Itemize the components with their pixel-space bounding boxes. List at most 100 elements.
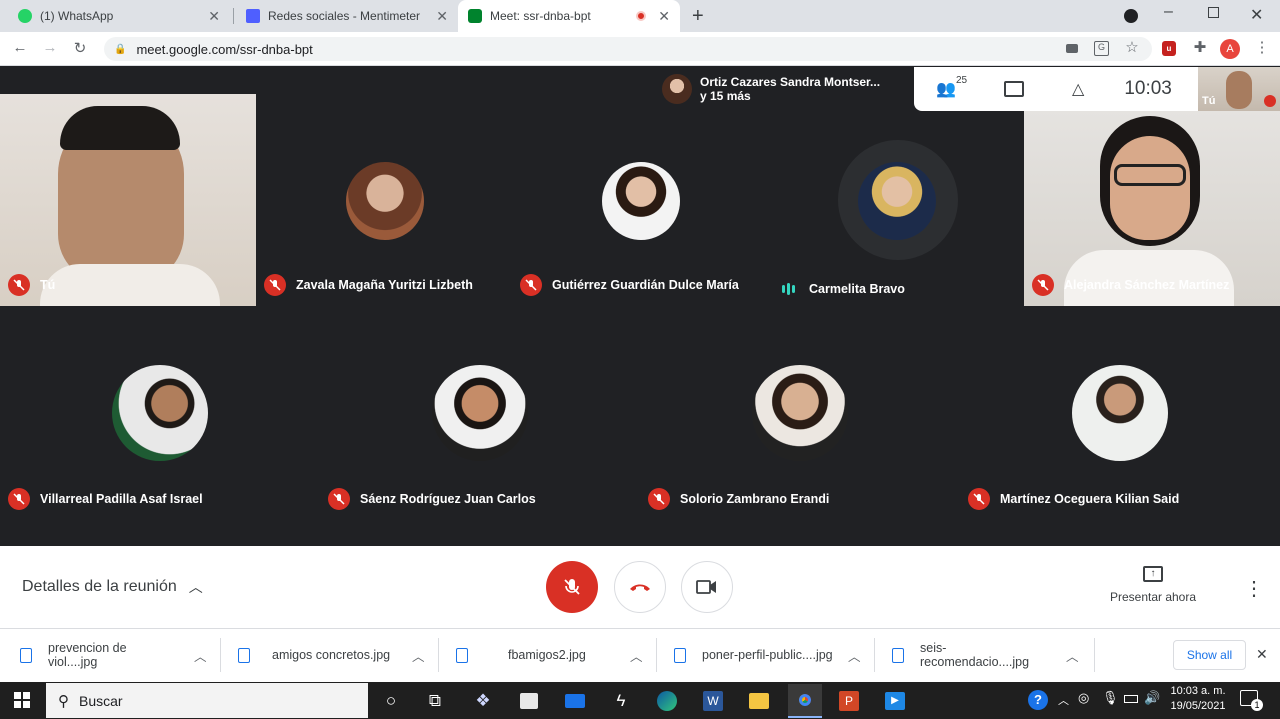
mic-off-icon <box>8 488 30 510</box>
download-item[interactable]: poner-perfil-public....jpg ︿ <box>674 640 861 670</box>
download-item[interactable]: seis-recomendacio....jpg ︿ <box>892 640 1079 670</box>
search-icon: ⚲ <box>58 692 69 710</box>
mail-icon[interactable] <box>560 686 590 716</box>
people-icon[interactable]: 👥 25 <box>936 75 967 99</box>
tile-label: Solorio Zambrano Erandi <box>648 488 829 510</box>
divider <box>220 638 221 672</box>
file-icon <box>20 647 32 663</box>
avatar <box>752 365 848 461</box>
tab-meet[interactable]: Meet: ssr-dnba-bpt ✕ <box>458 0 680 32</box>
word-icon[interactable]: W <box>698 686 728 716</box>
more-options-icon[interactable]: ⋮ <box>1244 576 1264 601</box>
store-icon[interactable] <box>514 686 544 716</box>
chevron-up-icon[interactable]: ︿ <box>194 646 207 665</box>
chevron-up-icon[interactable]: ︿ <box>848 646 861 665</box>
help-icon[interactable]: ? <box>1028 690 1048 710</box>
close-tab-icon[interactable]: ✕ <box>208 8 220 25</box>
menu-icon[interactable]: ⋮ <box>1252 38 1272 56</box>
participant-video-tile[interactable]: Alejandra Sánchez Martínez <box>1024 110 1280 306</box>
restore-icon[interactable] <box>1208 7 1219 18</box>
mic-off-icon <box>8 274 30 296</box>
chevron-up-icon[interactable]: ︿ <box>1066 646 1079 665</box>
chrome-icon[interactable] <box>788 684 822 718</box>
mic-off-icon <box>264 274 286 296</box>
download-item[interactable]: prevencion de viol....jpg ︿ <box>20 640 207 670</box>
tile-label: Villarreal Padilla Asaf Israel <box>8 488 203 510</box>
participant-tile[interactable]: Solorio Zambrano Erandi <box>640 306 960 520</box>
participant-tile[interactable]: Sáenz Rodríguez Juan Carlos <box>320 306 640 520</box>
forward-icon[interactable]: → <box>40 39 60 56</box>
show-all-button[interactable]: Show all <box>1173 640 1246 670</box>
microphone-icon[interactable]: 🎙 <box>1102 690 1119 706</box>
avatar <box>346 162 424 240</box>
participant-tile[interactable]: Carmelita Bravo <box>768 94 1024 306</box>
recording-icon <box>636 11 647 21</box>
participant-name: Martínez Oceguera Kilian Said <box>1000 492 1180 506</box>
tile-label: Martínez Oceguera Kilian Said <box>968 488 1179 510</box>
tab-mentimeter[interactable]: Redes sociales - Mentimeter ✕ <box>236 0 458 32</box>
close-window-icon[interactable]: ✕ <box>1250 5 1263 25</box>
self-label: Tú <box>1202 95 1216 107</box>
ublock-icon[interactable]: u <box>1162 41 1176 56</box>
mute-button[interactable] <box>546 561 598 613</box>
leave-call-button[interactable] <box>614 561 666 613</box>
glasses-icon <box>1114 164 1186 186</box>
avatar <box>662 74 692 104</box>
notification-center-icon[interactable]: 1 <box>1240 690 1263 711</box>
self-video-tile[interactable]: Tú <box>0 94 256 306</box>
tray-chevron-up-icon[interactable]: ︿ <box>1058 692 1069 708</box>
present-screen-icon: ↑ <box>1143 566 1163 582</box>
address-bar[interactable]: 🔒 meet.google.com/ssr-dnba-bpt <box>104 37 1152 61</box>
presenter-info[interactable]: Ortiz Cazares Sandra Montser... y 15 más <box>654 67 914 111</box>
taskbar-clock[interactable]: 10:03 a. m. 19/05/2021 <box>1170 685 1226 712</box>
tab-search-icon[interactable] <box>1124 9 1138 23</box>
participant-tile[interactable]: Martínez Oceguera Kilian Said <box>960 306 1280 520</box>
file-explorer-icon[interactable] <box>744 686 774 716</box>
reload-icon[interactable]: ↻ <box>70 39 90 57</box>
close-shelf-icon[interactable]: ✕ <box>1256 646 1268 663</box>
participant-tile[interactable]: Villarreal Padilla Asaf Israel <box>0 306 320 520</box>
participant-tile[interactable]: Gutiérrez Guardián Dulce María <box>512 94 768 306</box>
extensions-icon[interactable]: ✚ <box>1190 38 1210 56</box>
activities-icon[interactable]: △ <box>1072 79 1084 99</box>
download-item[interactable]: fbamigos2.jpg ︿ <box>456 640 643 670</box>
camera-icon[interactable] <box>1066 44 1078 53</box>
back-icon[interactable]: ← <box>10 39 30 56</box>
cortana-icon[interactable]: ○ <box>376 686 406 716</box>
edge-icon[interactable] <box>652 686 682 716</box>
camera-button[interactable] <box>681 561 733 613</box>
media-player-icon[interactable]: ▶ <box>880 686 910 716</box>
present-now-button[interactable]: ↑ Presentar ahora <box>1100 566 1206 604</box>
task-view-icon[interactable]: ⧉ <box>420 686 450 716</box>
volume-icon[interactable]: 🔊 <box>1144 690 1160 706</box>
participant-tile[interactable]: Zavala Magaña Yuritzi Lizbeth <box>256 94 512 306</box>
download-item[interactable]: amigos concretos.jpg ︿ <box>238 640 425 670</box>
minimize-icon[interactable]: – <box>1164 3 1173 21</box>
self-thumbnail[interactable]: Tú <box>1198 67 1280 111</box>
taskbar-search-box[interactable]: ⚲ Buscar <box>46 683 368 718</box>
battery-icon[interactable] <box>1124 695 1138 703</box>
clock: 10:03 <box>1124 78 1172 99</box>
tab-whatsapp[interactable]: (1) WhatsApp ✕ <box>8 0 230 32</box>
profile-avatar[interactable]: A <box>1220 39 1240 59</box>
close-tab-icon[interactable]: ✕ <box>436 8 448 25</box>
participant-count: 25 <box>956 75 968 86</box>
meeting-details-button[interactable]: Detalles de la reunión ︿ <box>22 577 203 597</box>
new-tab-button[interactable]: + <box>692 5 704 28</box>
bookmark-star-icon[interactable]: ☆ <box>1122 38 1142 56</box>
chat-icon[interactable] <box>1004 81 1024 97</box>
powerpoint-icon[interactable]: P <box>834 686 864 716</box>
close-tab-icon[interactable]: ✕ <box>658 8 670 25</box>
translate-icon[interactable]: G <box>1094 41 1109 56</box>
lightning-app-icon[interactable]: ϟ <box>606 686 636 716</box>
participant-name: Carmelita Bravo <box>809 282 905 296</box>
participant-name: Gutiérrez Guardián Dulce María <box>552 278 739 292</box>
mic-off-icon <box>564 579 580 595</box>
presenter-more: y 15 más <box>700 89 751 103</box>
chevron-up-icon[interactable]: ︿ <box>630 646 643 665</box>
chevron-up-icon[interactable]: ︿ <box>412 646 425 665</box>
windows-start-icon[interactable] <box>14 692 30 708</box>
avatar <box>112 365 208 461</box>
meet-now-icon[interactable]: ◎ <box>1078 690 1089 706</box>
dropbox-icon[interactable]: ❖ <box>468 686 498 716</box>
